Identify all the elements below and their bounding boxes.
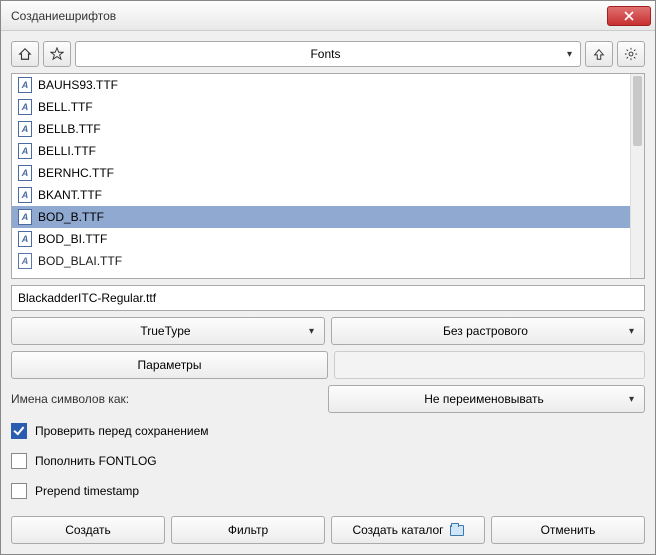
settings-button[interactable] [617,41,645,67]
params-button[interactable]: Параметры [11,351,328,379]
home-icon [18,47,32,61]
font-file-icon: A [18,99,32,115]
toolbar: Fonts ▾ [11,41,645,67]
list-item[interactable]: A BKANT.TTF [12,184,630,206]
cancel-button[interactable]: Отменить [491,516,645,544]
gear-icon [624,47,638,61]
checkbox-icon[interactable] [11,483,27,499]
file-name: BERNHC.TTF [38,166,114,180]
titlebar: Созданиешрифтов [1,1,655,31]
up-button[interactable] [585,41,613,67]
checkbox-timestamp[interactable]: Prepend timestamp [11,479,645,503]
raster-label: Без растрового [342,324,629,338]
symbol-names-dropdown[interactable]: Не переименовывать ▾ [328,385,645,413]
path-dropdown[interactable]: Fonts ▾ [75,41,581,67]
home-button[interactable] [11,41,39,67]
chevron-down-icon: ▾ [629,394,634,405]
chevron-down-icon: ▾ [567,49,572,60]
font-file-icon: A [18,143,32,159]
checkbox-fontlog[interactable]: Пополнить FONTLOG [11,449,645,473]
filename-input[interactable] [11,285,645,311]
list-item[interactable]: A BOD_BLAI.TTF [12,250,630,272]
scroll-thumb[interactable] [633,76,642,146]
checkbox-validate[interactable]: Проверить перед сохранением [11,419,645,443]
chevron-down-icon: ▾ [629,326,634,337]
path-label: Fonts [84,47,567,61]
list-item[interactable]: A BOD_BI.TTF [12,228,630,250]
list-item[interactable]: A BERNHC.TTF [12,162,630,184]
window-title: Созданиешрифтов [11,9,607,23]
checkbox-icon[interactable] [11,423,27,439]
list-item[interactable]: A BELLI.TTF [12,140,630,162]
favorite-button[interactable] [43,41,71,67]
font-file-icon: A [18,187,32,203]
file-name: BOD_BLAI.TTF [38,254,122,268]
font-file-icon: A [18,209,32,225]
arrow-up-icon [592,47,606,61]
folder-icon [450,525,464,536]
raster-dropdown[interactable]: Без растрового ▾ [331,317,645,345]
file-name: BELLI.TTF [38,144,96,158]
create-button[interactable]: Создать [11,516,165,544]
font-file-icon: A [18,77,32,93]
list-item[interactable]: A BAUHS93.TTF [12,74,630,96]
scrollbar[interactable] [630,74,644,278]
file-list[interactable]: A BAUHS93.TTF A BELL.TTF A BELLB.TTF A BELLI.TT… [11,73,645,279]
empty-slot [334,351,645,379]
file-name: BKANT.TTF [38,188,102,202]
format-dropdown[interactable]: TrueType ▾ [11,317,325,345]
font-file-icon: A [18,253,32,269]
dialog-content: Fonts ▾ ABAUHS93.TTFABELL.TTFABELLB.TTFA… [1,31,655,554]
list-item[interactable]: A BELLB.TTF [12,118,630,140]
checkbox-icon[interactable] [11,453,27,469]
catalog-button[interactable]: Создать каталог [331,516,485,544]
file-name: BOD_BI.TTF [38,232,107,246]
list-item[interactable]: A BOD_B.TTF [12,206,630,228]
font-file-icon: A [18,121,32,137]
star-icon [50,47,64,61]
font-file-icon: A [18,165,32,181]
filter-button[interactable]: Фильтр [171,516,325,544]
symbol-names-label: Имена символов как: [11,392,318,406]
file-name: BELL.TTF [38,100,93,114]
file-name: BOD_B.TTF [38,210,104,224]
file-name: BELLB.TTF [38,122,101,136]
format-label: TrueType [22,324,309,338]
close-button[interactable] [607,6,651,26]
close-icon [624,11,634,21]
chevron-down-icon: ▾ [309,326,314,337]
dialog-window: Созданиешрифтов Fonts ▾ ABAUHS9 [0,0,656,555]
file-name: BAUHS93.TTF [38,78,118,92]
list-item[interactable]: A BELL.TTF [12,96,630,118]
font-file-icon: A [18,231,32,247]
